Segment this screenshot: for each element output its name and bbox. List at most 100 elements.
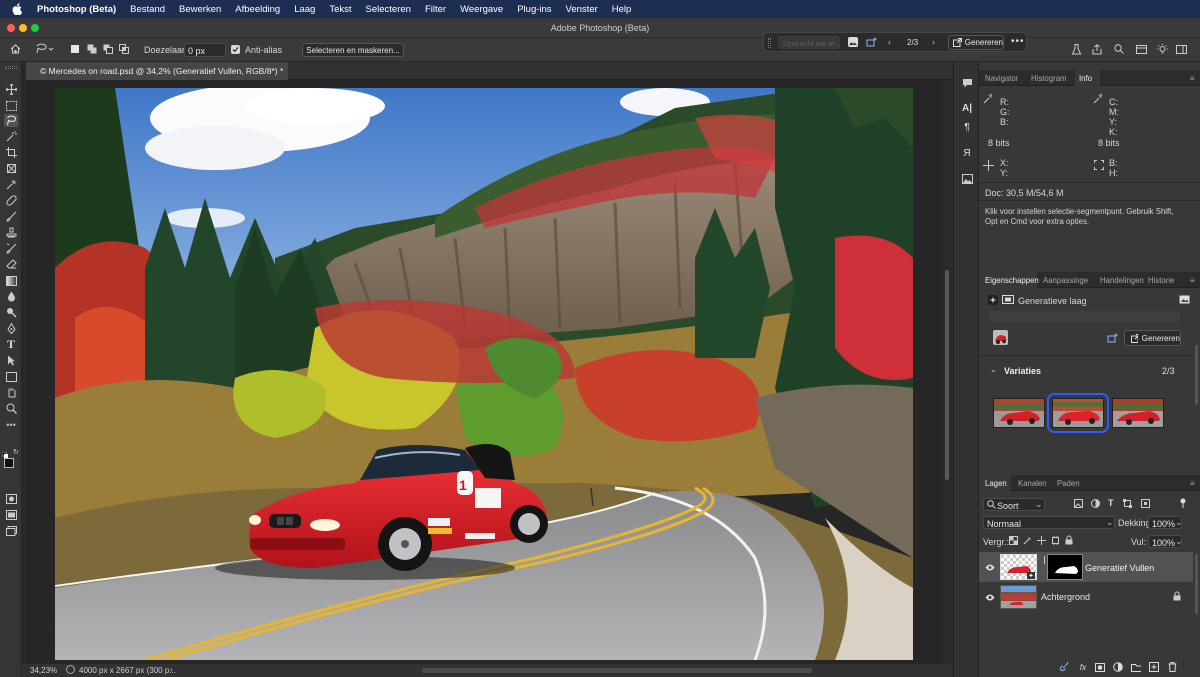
lasso-tool-preset-icon[interactable] [34,42,56,56]
menu-bewerken[interactable]: Bewerken [179,4,221,15]
rectangle-tool-icon[interactable] [4,370,18,383]
info-panel-menu-icon[interactable]: ≡ [1190,74,1195,83]
quick-mask-icon[interactable] [4,492,18,505]
drag-handle-icon[interactable] [768,38,771,48]
delete-layer-icon[interactable] [1167,662,1177,672]
character-panel-icon[interactable]: A| [960,102,974,115]
tab-paden[interactable]: Paden [1057,475,1080,491]
menu-afbeelding[interactable]: Afbeelding [235,4,280,15]
crop-tool-icon[interactable] [4,146,18,159]
filter-pixel-icon[interactable] [1074,499,1084,509]
lightbulb-icon[interactable] [1156,42,1168,56]
status-menu-arrow-icon[interactable]: › [170,665,173,674]
new-layer-icon[interactable] [1149,662,1159,672]
layer-name-achtergrond[interactable]: Achtergrond [1041,592,1090,602]
add-selection-icon[interactable] [86,42,98,56]
menu-filter[interactable]: Filter [425,4,446,15]
menu-bestand[interactable]: Bestand [130,4,165,15]
generate-button[interactable]: Genereren [948,35,1004,50]
artboard-icon[interactable] [4,524,18,537]
document-canvas-image[interactable]: 1 [55,88,913,660]
tab-lagen[interactable]: Lagen [979,475,1011,491]
layer-row-generatief-vullen[interactable]: Generatief Vullen [979,552,1193,582]
default-colors-icon[interactable] [1,450,8,458]
tab-eigenschappen[interactable]: Eigenschappen [979,272,1039,288]
filter-smart-object-icon[interactable] [1141,499,1151,509]
new-selection-icon[interactable] [70,42,80,56]
dodge-tool-icon[interactable] [4,306,18,319]
generative-sparkle-icon[interactable] [866,36,878,48]
eyedropper-tool-icon[interactable] [4,178,18,191]
variation-thumbnail-1[interactable] [993,398,1045,428]
adjustment-layer-icon[interactable] [1113,662,1123,672]
visibility-eye-icon[interactable] [985,563,995,571]
previous-variation-icon[interactable]: ‹ [888,37,891,47]
menu-selecteren[interactable]: Selecteren [366,4,411,15]
glyphs-panel-icon[interactable]: Я [960,147,974,160]
layer-row-achtergrond[interactable]: Achtergrond [979,582,1193,612]
home-icon[interactable] [8,42,22,56]
properties-generate-button[interactable]: Genereren [1124,330,1181,346]
subtract-selection-icon[interactable] [102,42,114,56]
image-panel-icon[interactable] [960,172,974,185]
path-selection-tool-icon[interactable] [4,354,18,367]
eraser-tool-icon[interactable] [4,258,18,271]
properties-scrollbar[interactable] [1195,345,1198,405]
prompt-field[interactable] [989,311,1180,322]
layer-effects-icon[interactable]: fx [1075,662,1091,672]
screen-mode-icon[interactable] [4,508,18,521]
properties-panel-menu-icon[interactable]: ≡ [1190,276,1195,285]
search-icon[interactable] [1113,42,1125,56]
tab-histogram[interactable]: Histogram [1031,70,1067,86]
marquee-tool-icon[interactable] [4,99,18,112]
canvas-vertical-scrollbar[interactable] [942,80,952,664]
brush-tool-icon[interactable] [4,210,18,223]
menu-tekst[interactable]: Tekst [329,4,351,15]
comments-icon[interactable] [960,76,974,89]
select-and-mask-button[interactable]: Selecteren en maskeren... [302,43,404,57]
panel-layout-icon[interactable] [1175,42,1187,56]
tab-historie[interactable]: Historie [1148,272,1174,288]
background-layer-thumbnail[interactable] [1000,585,1037,609]
layer-filter-dropdown[interactable]: Soort ⌄ [983,498,1045,511]
flask-icon[interactable] [1070,42,1082,56]
foreground-color-swatch[interactable] [4,458,14,468]
blur-tool-icon[interactable] [4,290,18,303]
variation-thumbnail-2-selected[interactable] [1047,393,1109,433]
hand-tool-icon[interactable] [4,386,18,399]
lock-transparent-pixels-icon[interactable] [1009,536,1018,545]
workspace-icon[interactable] [1135,42,1147,56]
menu-venster[interactable]: Venster [566,4,598,15]
mask-link-icon[interactable] [1043,556,1045,578]
menu-laag[interactable]: Laag [294,4,315,15]
menu-photoshop[interactable]: Photoshop (Beta) [37,4,116,15]
antialias-checkbox[interactable] [231,45,240,54]
new-group-icon[interactable] [1131,662,1141,672]
opacity-input[interactable]: 100% ⌄ [1148,516,1183,529]
lock-position-icon[interactable] [1037,536,1046,545]
layers-scrollbar[interactable] [1195,554,1198,614]
tab-handelingen[interactable]: Handelingen [1100,272,1144,288]
paragraph-panel-icon[interactable]: ¶ [960,121,974,134]
filter-adjustment-icon[interactable] [1091,499,1101,509]
filter-shape-icon[interactable] [1123,499,1133,509]
tab-navigator[interactable]: Navigator [985,70,1018,86]
filter-type-icon[interactable]: T [1108,498,1118,508]
layer-mask-thumbnail[interactable] [1047,554,1083,580]
reference-image-thumbnail[interactable] [993,330,1008,345]
history-brush-tool-icon[interactable] [4,242,18,255]
zoom-tool-icon[interactable] [4,402,18,415]
frame-tool-icon[interactable] [4,162,18,175]
layer-lock-icon[interactable] [1173,591,1181,601]
clone-stamp-tool-icon[interactable] [4,226,18,239]
fill-input[interactable]: 100% ⌄ [1148,535,1183,548]
style-reference-icon[interactable] [848,37,858,47]
prompt-input[interactable]: Opdracht toe te... [778,36,841,49]
add-mask-icon[interactable] [1095,662,1105,672]
share-icon[interactable] [1091,42,1103,56]
style-reference-sparkle-icon[interactable] [1107,332,1119,344]
canvas-vertical-scroll-thumb[interactable] [945,270,949,480]
next-variation-icon[interactable]: › [932,37,935,47]
feather-input[interactable]: 0 px [184,43,226,57]
lasso-tool-icon[interactable] [4,114,18,127]
